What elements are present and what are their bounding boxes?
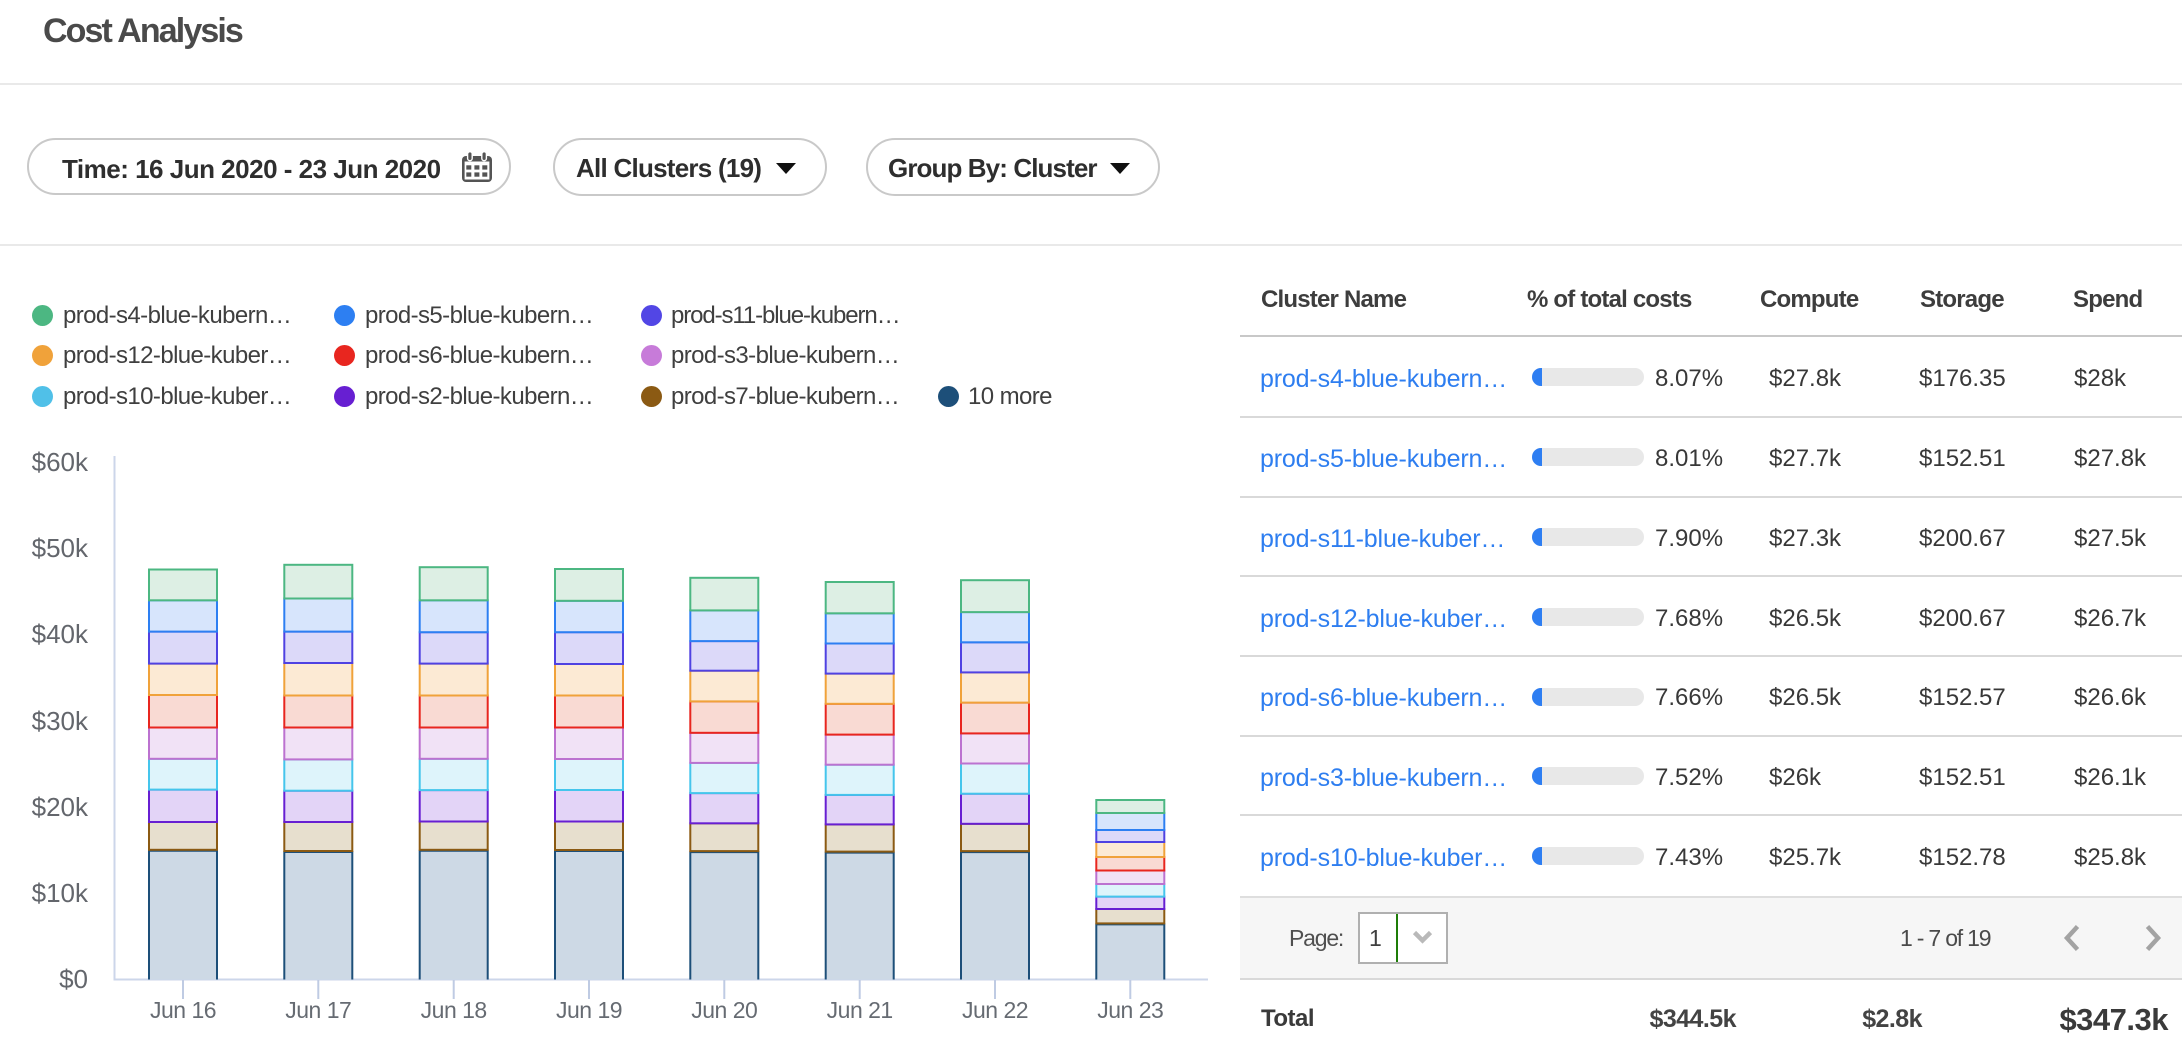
svg-text:$0: $0: [59, 964, 88, 994]
svg-text:Jun 19: Jun 19: [556, 997, 622, 1023]
svg-text:$10k: $10k: [32, 878, 89, 908]
svg-text:Jun 16: Jun 16: [150, 997, 216, 1023]
svg-text:Jun 20: Jun 20: [691, 997, 757, 1023]
svg-text:$40k: $40k: [32, 619, 89, 649]
svg-text:Jun 23: Jun 23: [1097, 997, 1163, 1023]
svg-text:$30k: $30k: [32, 706, 89, 736]
svg-text:Jun 18: Jun 18: [421, 997, 487, 1023]
svg-text:Jun 17: Jun 17: [285, 997, 351, 1023]
svg-text:$50k: $50k: [32, 533, 89, 563]
svg-text:Jun 21: Jun 21: [827, 997, 893, 1023]
svg-text:$60k: $60k: [32, 447, 89, 477]
svg-text:Jun 22: Jun 22: [962, 997, 1028, 1023]
svg-text:$20k: $20k: [32, 792, 89, 822]
